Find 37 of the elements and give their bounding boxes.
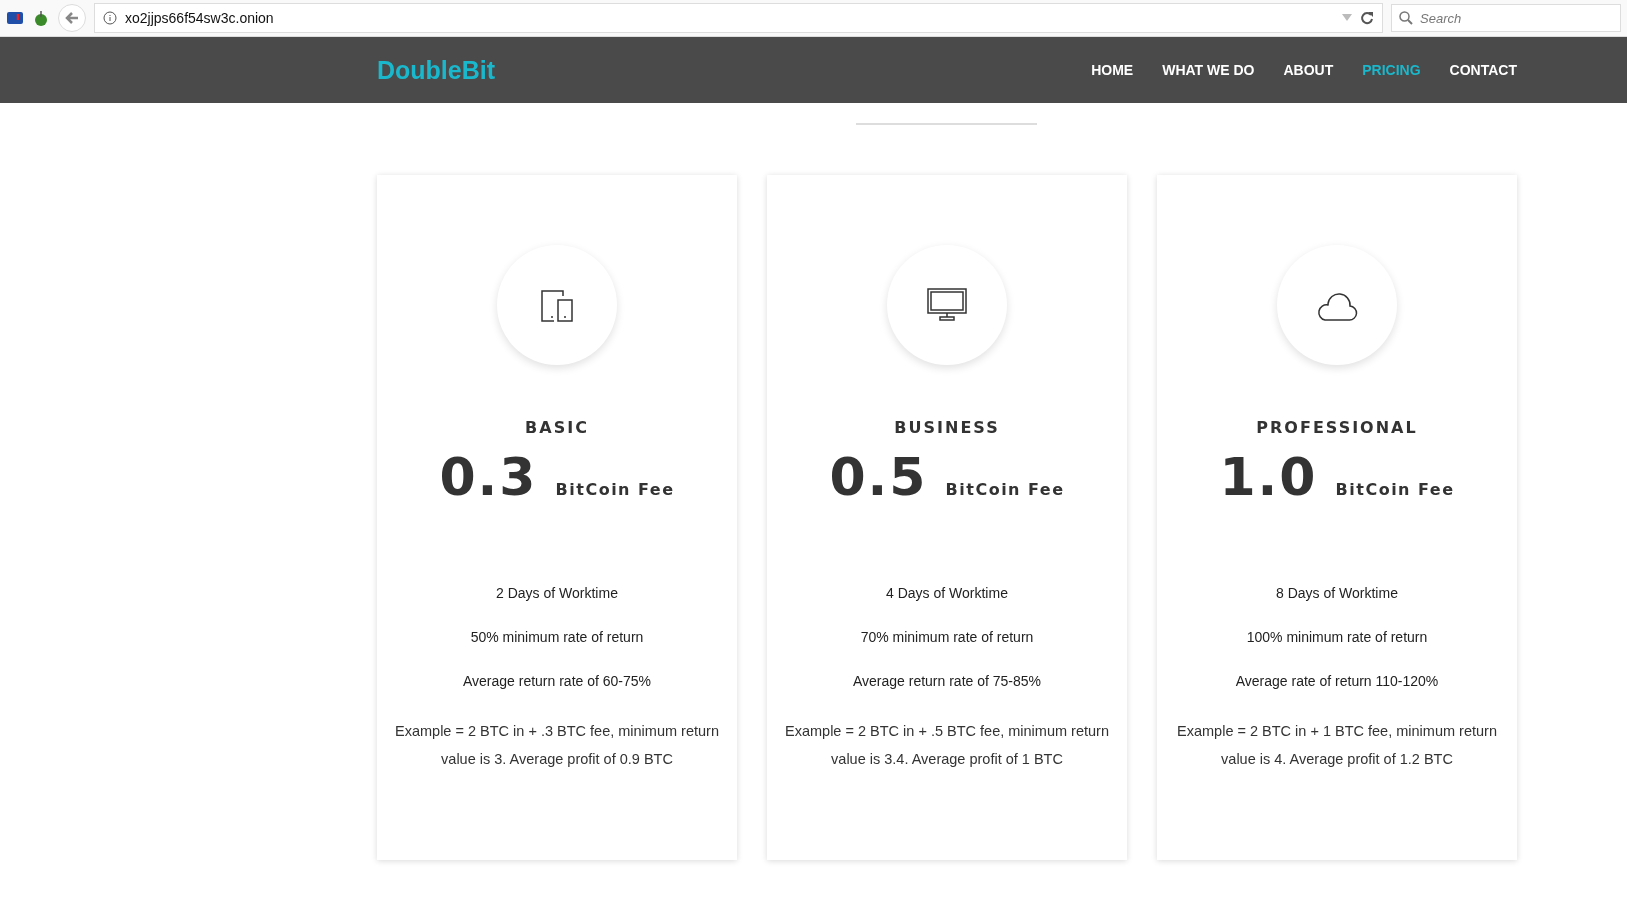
plan-feature: 8 Days of Worktime: [1276, 585, 1398, 601]
plan-feature: 4 Days of Worktime: [886, 585, 1008, 601]
price-unit: BitCoin Fee: [1335, 480, 1455, 499]
plan-price: 1.0: [1219, 447, 1318, 507]
address-bar[interactable]: xo2jjps66f54sw3c.onion: [94, 3, 1383, 33]
search-icon: [1399, 11, 1413, 25]
search-field[interactable]: Search: [1391, 4, 1621, 32]
devices-icon: [540, 288, 574, 322]
nav-link[interactable]: PRICING: [1362, 62, 1421, 78]
plan-name: BUSINESS: [894, 418, 1000, 437]
price-unit: BitCoin Fee: [555, 480, 675, 499]
logo[interactable]: DoubleBit: [377, 55, 496, 85]
nav-link[interactable]: ABOUT: [1283, 62, 1334, 78]
plan-feature: Average return rate of 75-85%: [852, 673, 1042, 689]
plan-name: BASIC: [525, 418, 589, 437]
plan-example: Example = 2 BTC in + 1 BTC fee, minimum return value is 4. Average profit of 1.2 BTC: [1176, 722, 1498, 769]
nav-link[interactable]: HOME: [1091, 62, 1134, 78]
onion-icon[interactable]: [32, 9, 50, 27]
back-button[interactable]: [58, 4, 86, 32]
nav-link[interactable]: WHAT WE DO: [1162, 62, 1255, 78]
plan-feature: 50% minimum rate of return: [470, 629, 644, 645]
plan-example: Example = 2 BTC in + .3 BTC fee, minimum return value is 3. Average profit of 0.9 BTC: [394, 722, 720, 769]
plan-price: 0.5: [829, 447, 928, 507]
reload-icon[interactable]: [1360, 11, 1374, 25]
info-icon[interactable]: [103, 11, 117, 25]
plan-feature: 2 Days of Worktime: [496, 585, 618, 601]
plan-feature: Average return rate of 60-75%: [462, 673, 652, 689]
plan-price: 0.3: [439, 447, 538, 507]
price-unit: BitCoin Fee: [945, 480, 1065, 499]
plan-feature: 70% minimum rate of return: [860, 629, 1034, 645]
nav-link[interactable]: CONTACT: [1449, 62, 1517, 78]
monitor-icon: [927, 288, 967, 322]
plan-example: Example = 2 BTC in + .5 BTC fee, minimum return value is 3.4. Average profit of 1 BTC: [784, 722, 1110, 769]
plan-feature: Average rate of return 110-120%: [1235, 673, 1439, 689]
plan-feature: 100% minimum rate of return: [1246, 629, 1428, 645]
plan-name: PROFESSIONAL: [1256, 418, 1418, 437]
back-arrow-icon: [65, 11, 79, 25]
